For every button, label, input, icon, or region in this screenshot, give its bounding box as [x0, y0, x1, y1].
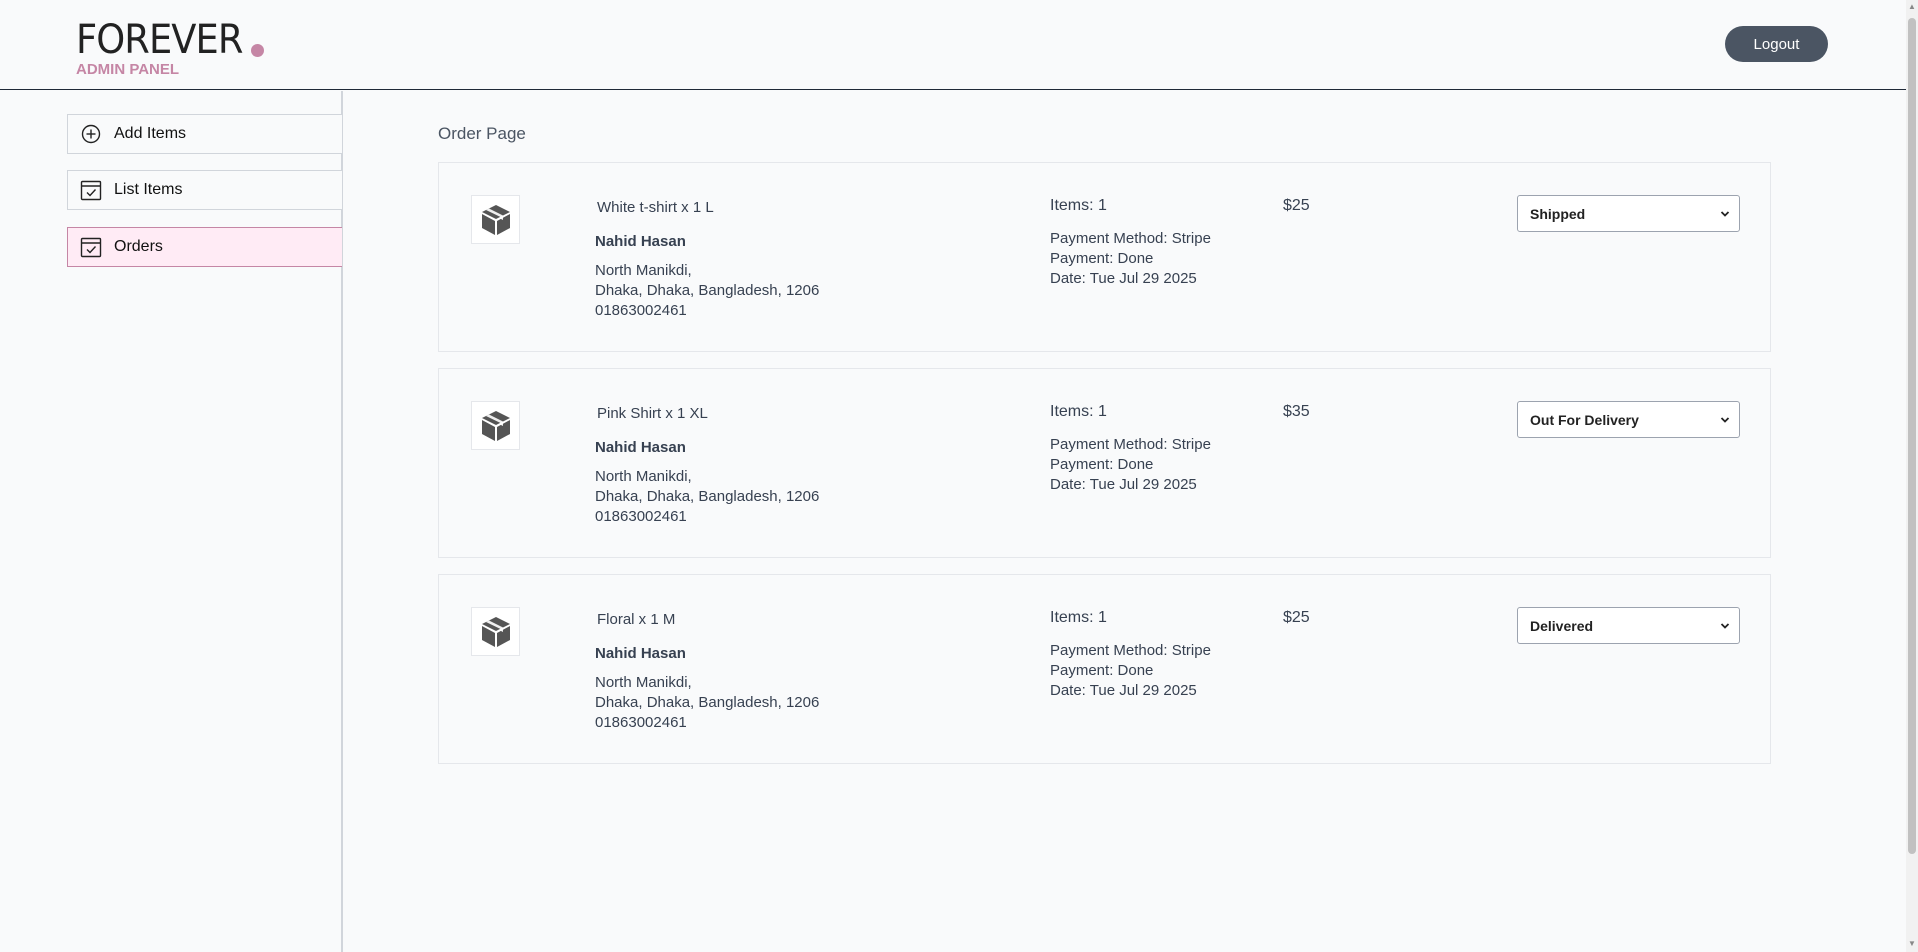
payment-info: Payment Method: Stripe Payment: Done Dat… — [1050, 229, 1211, 289]
calendar-check-icon — [80, 236, 102, 258]
address-line: Dhaka, Dhaka, Bangladesh, 1206 — [595, 282, 820, 299]
sidebar-item-label: List Items — [114, 181, 183, 198]
order-date: Date: Tue Jul 29 2025 — [1050, 476, 1197, 493]
customer-address: North Manikdi, Dhaka, Dhaka, Bangladesh,… — [595, 467, 819, 527]
payment-status: Payment: Done — [1050, 456, 1154, 473]
logo-dot — [251, 44, 264, 57]
customer-address: North Manikdi, Dhaka, Dhaka, Bangladesh,… — [595, 261, 819, 321]
order-price: $25 — [1283, 197, 1310, 214]
sidebar-item-list-items[interactable]: List Items — [67, 170, 342, 210]
order-item: Pink Shirt x 1 XL — [597, 405, 708, 422]
status-value: Out For Delivery — [1530, 411, 1639, 428]
parcel-icon — [471, 195, 520, 244]
items-count: Items: 1 — [1050, 197, 1107, 214]
add-circle-icon — [80, 123, 102, 145]
order-item: White t-shirt x 1 L — [597, 199, 714, 216]
order-date: Date: Tue Jul 29 2025 — [1050, 270, 1197, 287]
customer-address: North Manikdi, Dhaka, Dhaka, Bangladesh,… — [595, 673, 819, 733]
order-date: Date: Tue Jul 29 2025 — [1050, 682, 1197, 699]
phone-number: 01863002461 — [595, 302, 687, 319]
sidebar-item-add-items[interactable]: Add Items — [67, 114, 342, 154]
parcel-icon — [471, 401, 520, 450]
payment-method: Payment Method: Stripe — [1050, 642, 1211, 659]
logo: FOREVER ADMIN PANEL — [76, 20, 264, 78]
page-title: Order Page — [438, 124, 526, 143]
parcel-icon — [471, 607, 520, 656]
order-card: White t-shirt x 1 L Nahid Hasan North Ma… — [438, 162, 1771, 352]
sidebar-item-orders[interactable]: Orders — [67, 227, 342, 267]
payment-method: Payment Method: Stripe — [1050, 230, 1211, 247]
scroll-down-icon[interactable]: ▼ — [1908, 940, 1916, 948]
vertical-scrollbar[interactable]: ▲ ▼ — [1906, 0, 1918, 952]
payment-info: Payment Method: Stripe Payment: Done Dat… — [1050, 641, 1211, 701]
order-price: $25 — [1283, 609, 1310, 626]
phone-number: 01863002461 — [595, 714, 687, 731]
sidebar: Add Items List Items Orders — [0, 91, 343, 952]
payment-status: Payment: Done — [1050, 662, 1154, 679]
logo-subtitle: ADMIN PANEL — [76, 61, 180, 78]
customer-name: Nahid Hasan — [595, 439, 686, 456]
order-card: Floral x 1 M Nahid Hasan North Manikdi, … — [438, 574, 1771, 764]
status-select[interactable]: Delivered — [1517, 607, 1740, 644]
chevron-down-icon — [1719, 413, 1731, 429]
items-count: Items: 1 — [1050, 609, 1107, 626]
address-line: Dhaka, Dhaka, Bangladesh, 1206 — [595, 694, 820, 711]
scrollbar-thumb[interactable] — [1908, 18, 1916, 854]
order-price: $35 — [1283, 403, 1310, 420]
sidebar-item-label: Orders — [114, 238, 163, 255]
address-line: Dhaka, Dhaka, Bangladesh, 1206 — [595, 488, 820, 505]
customer-name: Nahid Hasan — [595, 645, 686, 662]
phone-number: 01863002461 — [595, 508, 687, 525]
top-header: FOREVER ADMIN PANEL Logout — [0, 0, 1906, 90]
admin-app: FOREVER ADMIN PANEL Logout Add Items Lis… — [0, 0, 1918, 952]
chevron-down-icon — [1719, 619, 1731, 635]
sidebar-item-label: Add Items — [114, 125, 187, 142]
payment-status: Payment: Done — [1050, 250, 1154, 267]
payment-info: Payment Method: Stripe Payment: Done Dat… — [1050, 435, 1211, 495]
order-item: Floral x 1 M — [597, 611, 676, 628]
address-line: North Manikdi, — [595, 674, 692, 691]
items-count: Items: 1 — [1050, 403, 1107, 420]
chevron-down-icon — [1719, 207, 1731, 223]
logo-text: FOREVER — [76, 17, 243, 63]
address-line: North Manikdi, — [595, 468, 692, 485]
payment-method: Payment Method: Stripe — [1050, 436, 1211, 453]
logout-button[interactable]: Logout — [1725, 26, 1828, 62]
status-select[interactable]: Shipped — [1517, 195, 1740, 232]
status-value: Shipped — [1530, 205, 1586, 222]
customer-name: Nahid Hasan — [595, 233, 686, 250]
order-card: Pink Shirt x 1 XL Nahid Hasan North Mani… — [438, 368, 1771, 558]
scroll-up-icon[interactable]: ▲ — [1908, 3, 1916, 11]
status-value: Delivered — [1530, 617, 1594, 634]
address-line: North Manikdi, — [595, 262, 692, 279]
status-select[interactable]: Out For Delivery — [1517, 401, 1740, 438]
calendar-check-icon — [80, 179, 102, 201]
